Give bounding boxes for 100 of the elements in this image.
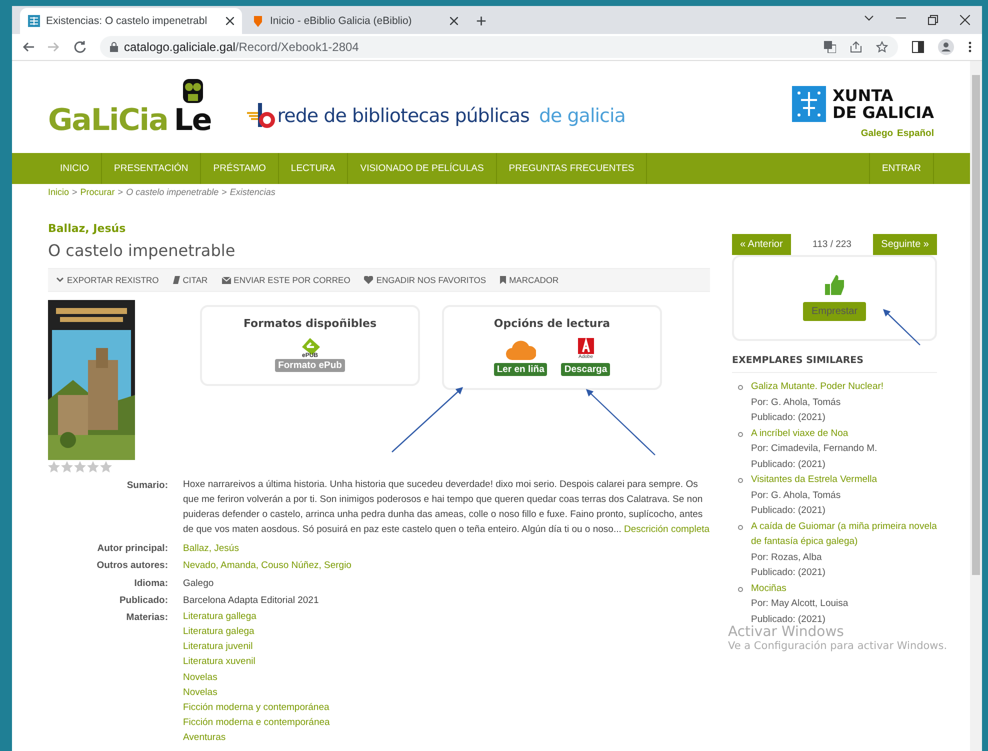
xunta-logo[interactable]: XUNTA DE GALICIA — [792, 86, 934, 122]
new-tab-button[interactable]: + — [468, 10, 495, 32]
annotation-arrow — [586, 389, 656, 456]
breadcrumb-link[interactable]: Inicio — [48, 187, 70, 197]
previous-button[interactable]: « Anterior — [732, 234, 791, 255]
star-icon[interactable] — [100, 461, 112, 473]
login-link[interactable]: ENTRAR — [868, 153, 934, 184]
similar-published: Publicado: (2021) — [751, 411, 826, 425]
field-link[interactable]: Aventuras — [183, 730, 710, 746]
bullet-icon — [738, 478, 743, 483]
field-link[interactable]: Ficción moderna e contemporánea — [183, 714, 710, 730]
thumbs-up-icon — [824, 275, 844, 295]
similar-author: Por: G. Ahola, Tomás — [751, 396, 842, 410]
field-label: Outros autores: — [96, 559, 168, 574]
toolbar-action[interactable]: CITAR — [172, 275, 208, 285]
library-network-logo[interactable]: rede de bibliotecas públicas de galicia — [247, 103, 626, 129]
field-label: Materias: — [125, 611, 168, 626]
scrollbar[interactable] — [970, 61, 982, 751]
author-link[interactable]: Ballaz, Jesús — [48, 222, 710, 235]
cloud-icon — [506, 340, 536, 360]
back-icon[interactable] — [22, 41, 34, 53]
nav-link[interactable]: PREGUNTAS FRECUENTES — [496, 153, 648, 184]
similar-title-link[interactable]: A incríbel viaxe de Noa — [751, 426, 937, 441]
field-link[interactable]: Nevado, Amanda, Couso Núñez, Sergio — [183, 557, 710, 575]
field-link[interactable]: Literatura juvenil — [183, 639, 710, 654]
browser-tab[interactable]: Existencias: O castelo impenetrabl — [20, 8, 242, 34]
nav-link[interactable]: VISIONADO DE PELÍCULAS — [348, 153, 497, 184]
similar-author: Por: Cimadevila, Fernando M. — [751, 442, 878, 456]
similar-title-link[interactable]: Mociñas — [751, 580, 937, 596]
nav-link[interactable]: PRESENTACIÓN — [102, 153, 202, 184]
toolbar-action[interactable]: ENVIAR ESTE POR CORREO — [222, 275, 350, 285]
full-description-link[interactable]: Descrición completa — [624, 524, 710, 535]
bullet-icon — [738, 524, 743, 530]
restore-icon[interactable] — [928, 15, 938, 25]
field-label: Publicado: — [118, 594, 168, 608]
star-icon[interactable] — [87, 461, 99, 473]
activation-title: Activar Windows — [728, 624, 845, 640]
breadcrumb-item: Existencias — [230, 187, 276, 197]
bullet-icon — [738, 586, 743, 592]
reload-icon[interactable] — [74, 41, 86, 53]
similar-title-link[interactable]: A caída de Guiomar (a miña primeira novela de fantasía épica galega) — [751, 518, 937, 550]
breadcrumb-separator: > — [72, 187, 78, 197]
loan-button[interactable]: Emprestar — [803, 302, 866, 321]
star-icon[interactable] — [876, 41, 888, 53]
field-link[interactable]: Novelas — [183, 670, 710, 685]
book-icon — [172, 276, 180, 284]
field-link[interactable]: Literatura galega — [183, 624, 710, 640]
star-icon[interactable] — [61, 461, 73, 473]
card-title: Opcións de lectura — [494, 317, 610, 330]
nav-link[interactable]: PRÉSTAMO — [201, 153, 279, 184]
toolbar-action[interactable]: ENGADIR NOS FAVORITOS — [364, 275, 486, 285]
field-value: Galego — [183, 576, 215, 591]
bullet-icon — [738, 432, 743, 436]
chevron-down-icon[interactable] — [864, 15, 874, 21]
address-bar[interactable]: catalogo.galiciale.gal/Record/Xebook1-2804 — [100, 36, 898, 58]
translate-icon[interactable] — [824, 41, 836, 53]
close-icon[interactable] — [960, 15, 970, 25]
card-title: Formatos dispoñibles — [243, 317, 376, 330]
field-link[interactable]: Ficción moderna y contemporánea — [183, 700, 710, 715]
similar-title-link[interactable]: Galiza Mutante. Poder Nuclear! — [751, 379, 937, 394]
toolbar-action[interactable]: MARCADOR — [500, 275, 559, 285]
field-link[interactable]: Novelas — [183, 684, 710, 700]
reading-option-button[interactable]: Descarga — [561, 363, 610, 376]
nav-link[interactable]: INICIO — [48, 153, 102, 184]
profile-icon[interactable] — [938, 39, 954, 55]
close-icon[interactable] — [450, 17, 458, 25]
summary-text: Hoxe narrareivos a última historia. Unha historia que sucedeu deverdade! dixo moi serio. Despois calarei para sempre. Os que me feriron volverán a por ti. Son inimigos poderosos e hai tempo que queren quedar coas terras dos Calatrava. Se non puideras defender o castelo, arrinca unha pedra dunha das ameas, colle o noso fillo e fuxe. Faino pronto, suplícocho, antes de que vos maten aosdous. Só posuirá en paz este castelo quen o teña enteiro. Algún día ti ou o noso... Descrición completa — [183, 478, 710, 537]
breadcrumb-item: O castelo impenetrable — [126, 187, 219, 197]
chevron-icon — [56, 277, 64, 283]
field-label: Idioma: — [133, 576, 168, 591]
star-icon[interactable] — [74, 461, 86, 473]
record-position: 113 / 223 — [812, 239, 852, 250]
toolbar-action[interactable]: EXPORTAR REXISTRO — [56, 275, 159, 285]
side-panel-icon[interactable] — [912, 41, 924, 53]
share-icon[interactable] — [850, 41, 862, 53]
language-link[interactable]: Español — [897, 128, 934, 138]
field-link[interactable]: Literatura xuvenil — [183, 654, 710, 670]
url-text: catalogo.galiciale.gal/Record/Xebook1-2804 — [124, 40, 359, 54]
minimize-icon[interactable] — [896, 15, 906, 21]
field-label: Autor principal: — [96, 542, 168, 556]
close-icon[interactable] — [226, 17, 234, 25]
reading-option-button[interactable]: Ler en liña — [494, 363, 548, 376]
bullet-icon — [738, 385, 743, 390]
language-link[interactable]: Galego — [860, 128, 894, 138]
similar-title-link[interactable]: Visitantes da Estrela Vermella — [751, 472, 937, 488]
next-button[interactable]: Seguinte » — [873, 234, 937, 255]
similar-published: Publicado: (2021) — [751, 458, 826, 472]
nav-link[interactable]: LECTURA — [278, 153, 348, 184]
browser-tab[interactable]: Inicio - eBiblio Galicia (eBiblio) — [244, 8, 466, 34]
star-icon[interactable] — [48, 461, 60, 473]
galicia-le-logo[interactable]: GaLiCia Le — [48, 76, 212, 138]
breadcrumb-link[interactable]: Procurar — [80, 187, 115, 197]
similar-published: Publicado: (2021) — [751, 504, 826, 518]
annotation-arrow — [882, 309, 920, 346]
similar-author: Por: G. Ahola, Tomás — [751, 488, 842, 502]
breadcrumb-separator: > — [222, 187, 227, 197]
menu-icon[interactable] — [968, 41, 972, 53]
field-link[interactable]: Ballaz, Jesús — [183, 540, 710, 558]
format-label: Formato ePub — [275, 359, 345, 372]
field-link[interactable]: Literatura gallega — [183, 609, 710, 624]
